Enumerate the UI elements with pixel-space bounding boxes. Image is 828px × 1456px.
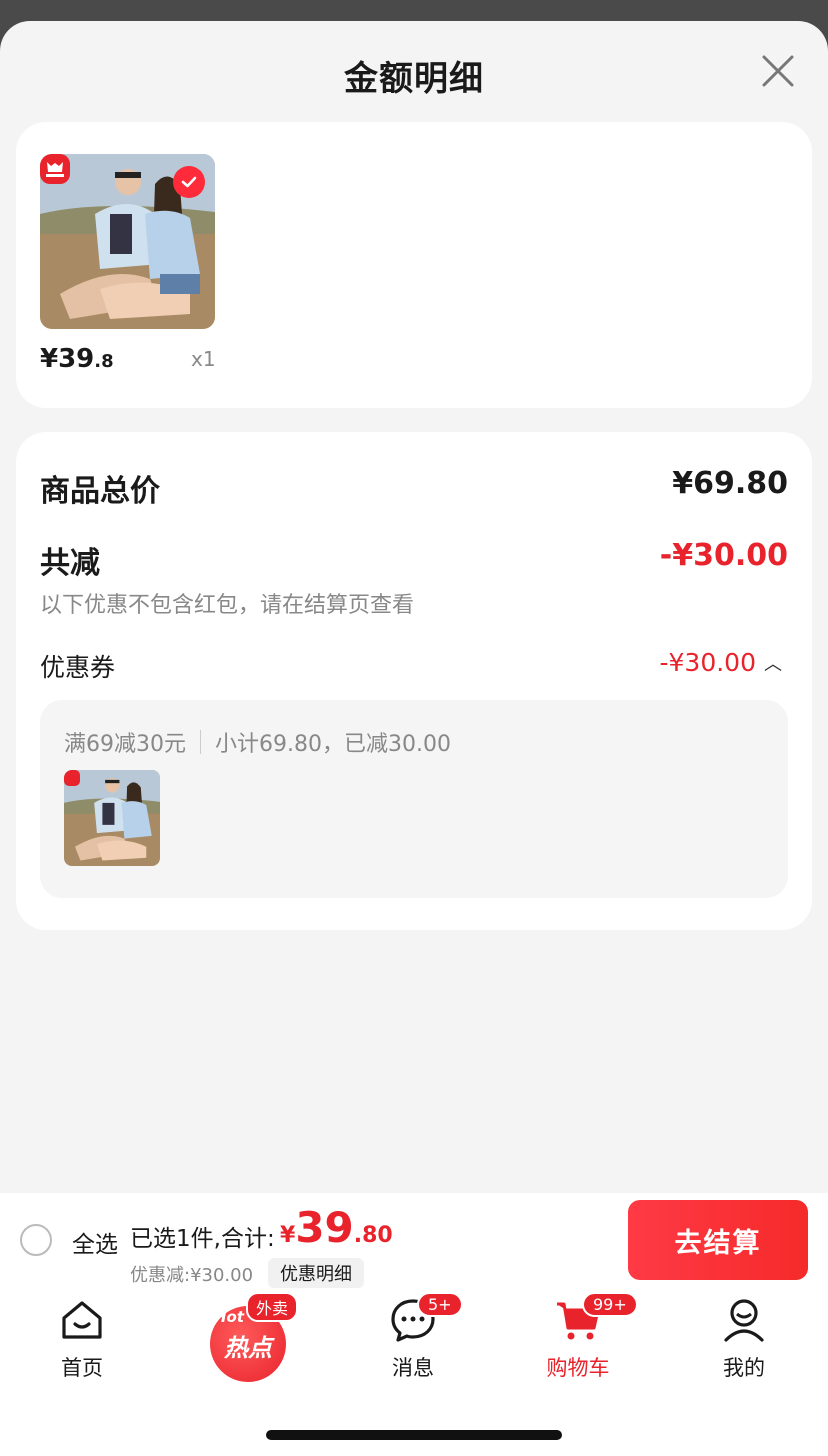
item-quantity: x1	[191, 347, 216, 371]
price-detail-card: 商品总价 ¥69.80 共减 -¥30.00 以下优惠不包含红包，请在结算页查看…	[16, 432, 812, 930]
home-icon	[62, 1301, 102, 1339]
coupon-toggle[interactable]: -¥30.00 ︿	[660, 648, 783, 677]
brand-badge	[40, 154, 70, 184]
coupon-label: 优惠券	[40, 653, 116, 682]
divider	[200, 730, 201, 754]
select-all-label[interactable]: 全选	[72, 1225, 118, 1259]
subtotal-value: ¥69.80	[672, 466, 788, 501]
hot-icon: 热点	[224, 1334, 272, 1362]
close-icon	[762, 55, 794, 87]
bottom-tab-bar: 首页 Hot 热点 外卖 5+ 消息 99+ 购物车 我的	[0, 1288, 828, 1456]
tab-profile[interactable]: 我的	[684, 1296, 804, 1386]
home-indicator	[266, 1430, 562, 1440]
sheet-title: 金额明细	[344, 59, 484, 99]
discount-summary: 优惠减:¥30.00	[130, 1265, 254, 1286]
message-badge: 5+	[417, 1292, 463, 1317]
coupon-product-thumbnail[interactable]	[64, 770, 160, 866]
discount-note: 以下优惠不包含红包，请在结算页查看	[40, 593, 415, 618]
product-card: ¥39.8 x1	[16, 122, 812, 408]
takeout-badge: 外卖	[246, 1292, 299, 1322]
total-amount: ¥39.80	[280, 1203, 393, 1252]
hot-sub-text: Hot	[214, 1308, 245, 1326]
item-price: ¥39.8	[40, 344, 114, 374]
tab-cart[interactable]: 99+ 购物车	[518, 1292, 638, 1386]
discount-value: -¥30.00	[659, 538, 788, 573]
tab-messages[interactable]: 5+ 消息	[353, 1292, 473, 1386]
amount-detail-sheet: 金额明细 ¥39.8 x1 商品总价 ¥69.80 共减 -¥30.00 以下优…	[0, 21, 828, 1193]
tab-home[interactable]: 首页	[22, 1296, 142, 1386]
user-icon	[724, 1299, 764, 1342]
cat-logo-icon	[46, 162, 64, 177]
check-icon	[181, 176, 197, 188]
coupon-rule: 满69减30元 小计69.80，已减30.00	[64, 726, 451, 758]
chevron-up-icon: ︿	[764, 653, 782, 675]
cart-badge: 99+	[582, 1292, 638, 1317]
select-all-radio[interactable]	[20, 1224, 52, 1256]
discount-label: 共减	[40, 546, 100, 581]
checkout-bar: 全选 已选1件,合计: ¥39.80 优惠减:¥30.00 优惠明细 去结算	[0, 1193, 828, 1288]
selected-count: 已选1件,合计:	[130, 1226, 275, 1252]
discount-detail-chip[interactable]: 优惠明细	[268, 1258, 364, 1288]
subtotal-label: 商品总价	[40, 474, 160, 509]
checkout-button[interactable]: 去结算	[628, 1200, 808, 1280]
coupon-detail-box: 满69减30元 小计69.80，已减30.00	[40, 700, 788, 898]
tab-hot[interactable]: Hot 热点 外卖	[210, 1292, 299, 1382]
brand-badge	[64, 770, 80, 786]
product-thumbnail[interactable]	[40, 154, 215, 329]
selected-check-badge[interactable]	[173, 166, 205, 198]
coupon-value: -¥30.00	[659, 648, 757, 677]
close-button[interactable]	[758, 51, 798, 91]
coupon-subtotal: 小计69.80，已减30.00	[215, 732, 451, 757]
coupon-rule-text: 满69减30元	[64, 732, 186, 757]
